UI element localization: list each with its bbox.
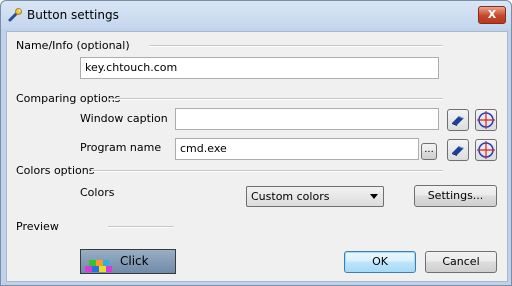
program-name-input[interactable]: cmd.exe — [175, 138, 419, 160]
pick-window-button[interactable] — [475, 109, 497, 131]
eraser-icon — [452, 116, 464, 126]
window-caption-input[interactable] — [175, 108, 439, 130]
chevron-down-icon — [370, 194, 378, 199]
wrench-icon — [8, 8, 22, 22]
title-bar[interactable]: Button settings X — [1, 1, 511, 29]
pick-program-button[interactable] — [475, 139, 497, 161]
preview-button[interactable]: Click — [80, 249, 176, 274]
comparing-options-label: Comparing options — [16, 92, 121, 105]
colors-select[interactable]: Custom colors — [246, 186, 384, 207]
preview-button-label: Click — [120, 254, 149, 268]
colors-options-divider — [91, 170, 443, 172]
name-info-label: Name/Info (optional) — [16, 39, 130, 52]
preview-divider — [108, 226, 174, 228]
close-button[interactable]: X — [478, 6, 506, 24]
clear-program-button[interactable] — [447, 139, 469, 161]
dialog-body: Name/Info (optional) key.chtouch.com Com… — [6, 31, 508, 282]
name-info-input[interactable]: key.chtouch.com — [80, 57, 439, 79]
colored-blocks-icon — [85, 260, 112, 272]
preview-label: Preview — [16, 220, 59, 233]
colors-select-value: Custom colors — [251, 190, 330, 203]
dialog-window: Button settings X Name/Info (optional) k… — [0, 0, 512, 286]
name-info-divider — [149, 45, 443, 47]
colors-label: Colors — [80, 186, 115, 199]
colors-options-label: Colors options — [16, 164, 95, 177]
ok-button[interactable]: OK — [344, 251, 416, 273]
cancel-button[interactable]: Cancel — [425, 251, 497, 273]
program-name-label: Program name — [80, 141, 162, 154]
crosshair-icon — [477, 141, 495, 159]
crosshair-icon — [477, 111, 495, 129]
window-caption-label: Window caption — [80, 112, 168, 125]
comparing-options-divider — [109, 98, 443, 100]
browse-button[interactable]: ... — [421, 143, 437, 160]
clear-caption-button[interactable] — [447, 109, 469, 131]
window-title: Button settings — [27, 8, 119, 22]
settings-button[interactable]: Settings... — [414, 185, 497, 207]
eraser-icon — [452, 146, 464, 156]
